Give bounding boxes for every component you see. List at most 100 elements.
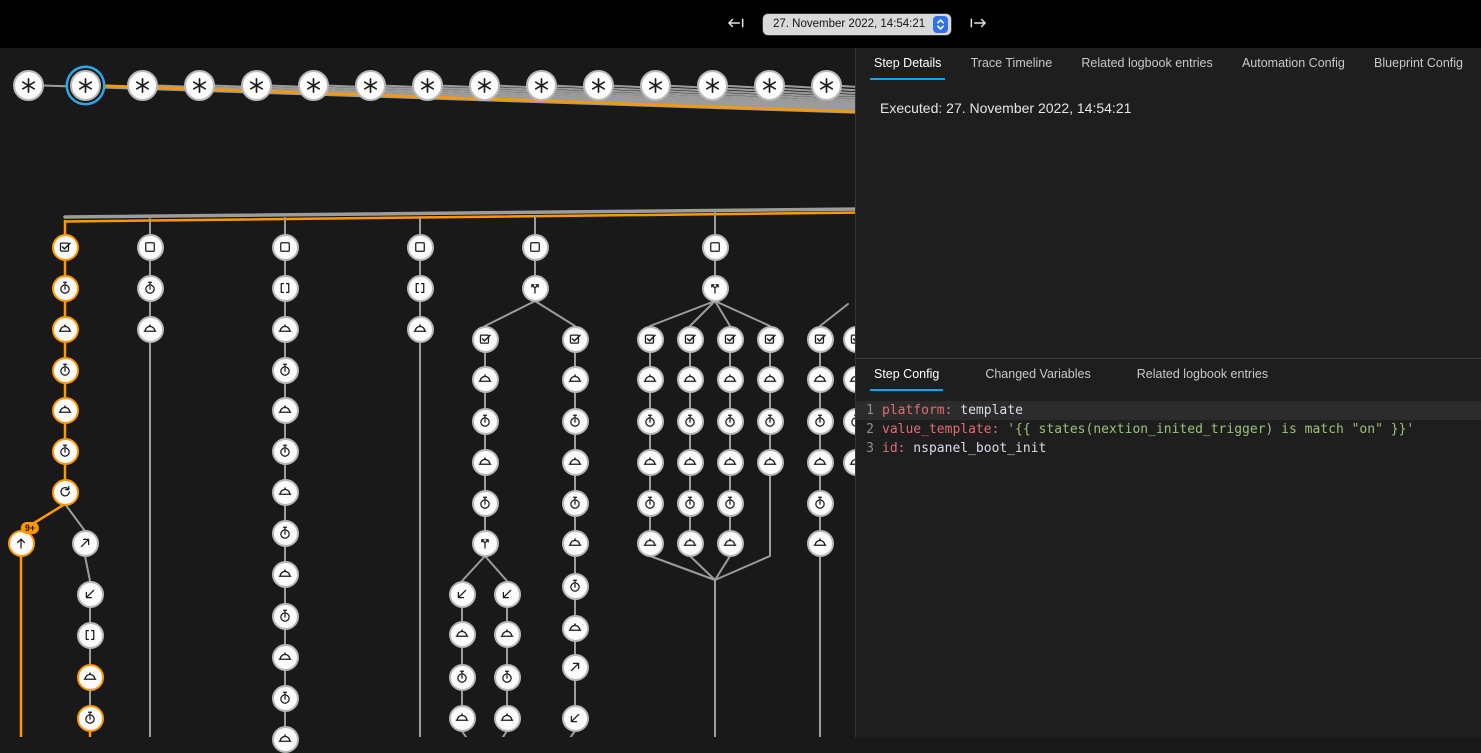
graph-node-trigger[interactable]	[241, 70, 272, 101]
graph-node-service[interactable]	[637, 366, 664, 393]
graph-node-timer[interactable]	[272, 603, 299, 630]
graph-node-service[interactable]	[472, 449, 499, 476]
graph-node-service[interactable]	[757, 366, 784, 393]
graph-node-choose[interactable]	[522, 275, 549, 302]
graph-node-service[interactable]	[52, 316, 79, 343]
graph-node-timer[interactable]	[637, 490, 664, 517]
graph-node-service[interactable]	[472, 366, 499, 393]
run-selector[interactable]: 27. November 2022, 14:54:21	[763, 14, 951, 35]
graph-node-cond_ok[interactable]	[717, 326, 744, 353]
graph-node-service[interactable]	[449, 705, 476, 732]
step-config-code[interactable]: 1platform: template2value_template: '{{ …	[856, 401, 1481, 458]
graph-node-service[interactable]	[807, 449, 834, 476]
tab-trace-timeline[interactable]: Trace Timeline	[967, 48, 1057, 80]
graph-node-choose[interactable]	[702, 275, 729, 302]
graph-node-timer[interactable]	[272, 357, 299, 384]
graph-node-service[interactable]	[272, 479, 299, 506]
graph-node-repeat[interactable]	[52, 479, 79, 506]
tab-blueprint-config[interactable]: Blueprint Config	[1370, 48, 1467, 80]
graph-node-cond_ok[interactable]	[677, 326, 704, 353]
graph-node-timer[interactable]	[807, 408, 834, 435]
graph-node-brackets[interactable]	[77, 622, 104, 649]
tab-related-logbook-entries[interactable]: Related logbook entries	[1133, 359, 1272, 391]
graph-node-timer[interactable]	[807, 490, 834, 517]
graph-node-trigger[interactable]	[526, 70, 557, 101]
graph-node-service[interactable]	[562, 366, 589, 393]
graph-node-service[interactable]	[677, 449, 704, 476]
graph-node-cond[interactable]	[407, 234, 434, 261]
graph-node-service[interactable]	[77, 664, 104, 691]
graph-node-service[interactable]	[717, 449, 744, 476]
graph-node-service[interactable]	[807, 530, 834, 557]
graph-node-trigger[interactable]	[298, 70, 329, 101]
graph-node-trigger[interactable]	[811, 70, 842, 101]
graph-node-service[interactable]	[677, 530, 704, 557]
tab-step-details[interactable]: Step Details	[870, 48, 945, 80]
graph-node-timer[interactable]	[677, 490, 704, 517]
graph-node-timer[interactable]	[472, 408, 499, 435]
graph-node-service[interactable]	[757, 449, 784, 476]
graph-node-timer[interactable]	[449, 664, 476, 691]
graph-node-timer[interactable]	[272, 438, 299, 465]
graph-node-timer[interactable]	[637, 408, 664, 435]
graph-node-timer[interactable]	[77, 705, 104, 732]
graph-node-timer[interactable]	[272, 685, 299, 712]
graph-node-timer[interactable]	[272, 520, 299, 547]
graph-node-timer[interactable]	[52, 357, 79, 384]
graph-node-service[interactable]	[272, 316, 299, 343]
next-run-button[interactable]	[967, 13, 989, 35]
graph-node-service[interactable]	[637, 530, 664, 557]
graph-node-brackets[interactable]	[407, 275, 434, 302]
graph-node-trigger[interactable]	[70, 70, 101, 101]
graph-node-timer[interactable]	[757, 408, 784, 435]
graph-node-service[interactable]	[407, 316, 434, 343]
graph-node-service[interactable]	[272, 726, 299, 753]
graph-node-trigger[interactable]	[754, 70, 785, 101]
graph-node-cond_ok[interactable]	[757, 326, 784, 353]
graph-node-timer[interactable]	[472, 490, 499, 517]
graph-node-cond_ok[interactable]	[472, 326, 499, 353]
graph-node-cond[interactable]	[522, 234, 549, 261]
graph-node-trigger[interactable]	[412, 70, 443, 101]
graph-node-timer[interactable]	[137, 275, 164, 302]
graph-node-cond_ok[interactable]	[562, 326, 589, 353]
graph-node-dl[interactable]	[449, 581, 476, 608]
graph-node-cond[interactable]	[272, 234, 299, 261]
graph-node-cond_ok[interactable]	[637, 326, 664, 353]
tab-changed-variables[interactable]: Changed Variables	[981, 359, 1094, 391]
graph-node-service[interactable]	[807, 366, 834, 393]
graph-node-service[interactable]	[562, 615, 589, 642]
graph-node-ne[interactable]	[562, 654, 589, 681]
graph-node-timer[interactable]	[677, 408, 704, 435]
tab-automation-config[interactable]: Automation Config	[1238, 48, 1349, 80]
graph-node-trigger[interactable]	[697, 70, 728, 101]
graph-node-timer[interactable]	[562, 490, 589, 517]
graph-node-service[interactable]	[272, 561, 299, 588]
graph-node-service[interactable]	[717, 366, 744, 393]
graph-node-brackets[interactable]	[272, 275, 299, 302]
graph-node-timer[interactable]	[562, 573, 589, 600]
graph-node-trigger[interactable]	[469, 70, 500, 101]
graph-node-service[interactable]	[717, 530, 744, 557]
graph-node-service[interactable]	[272, 397, 299, 424]
graph-node-service[interactable]	[449, 621, 476, 648]
graph-node-ne[interactable]	[72, 530, 99, 557]
graph-node-trigger[interactable]	[355, 70, 386, 101]
graph-node-trigger[interactable]	[640, 70, 671, 101]
tab-step-config[interactable]: Step Config	[870, 359, 943, 391]
graph-node-timer[interactable]	[52, 438, 79, 465]
previous-run-button[interactable]	[725, 13, 747, 35]
graph-node-service[interactable]	[137, 316, 164, 343]
graph-node-trigger[interactable]	[583, 70, 614, 101]
graph-node-service[interactable]	[494, 621, 521, 648]
graph-node-service[interactable]	[677, 366, 704, 393]
graph-node-cond[interactable]	[137, 234, 164, 261]
graph-node-dl[interactable]	[562, 705, 589, 732]
graph-node-dl[interactable]	[77, 581, 104, 608]
graph-node-timer[interactable]	[494, 664, 521, 691]
graph-node-timer[interactable]	[562, 408, 589, 435]
graph-node-dl[interactable]	[494, 581, 521, 608]
graph-node-timer[interactable]	[717, 408, 744, 435]
graph-node-service[interactable]	[494, 705, 521, 732]
graph-node-cond_ok[interactable]	[807, 326, 834, 353]
